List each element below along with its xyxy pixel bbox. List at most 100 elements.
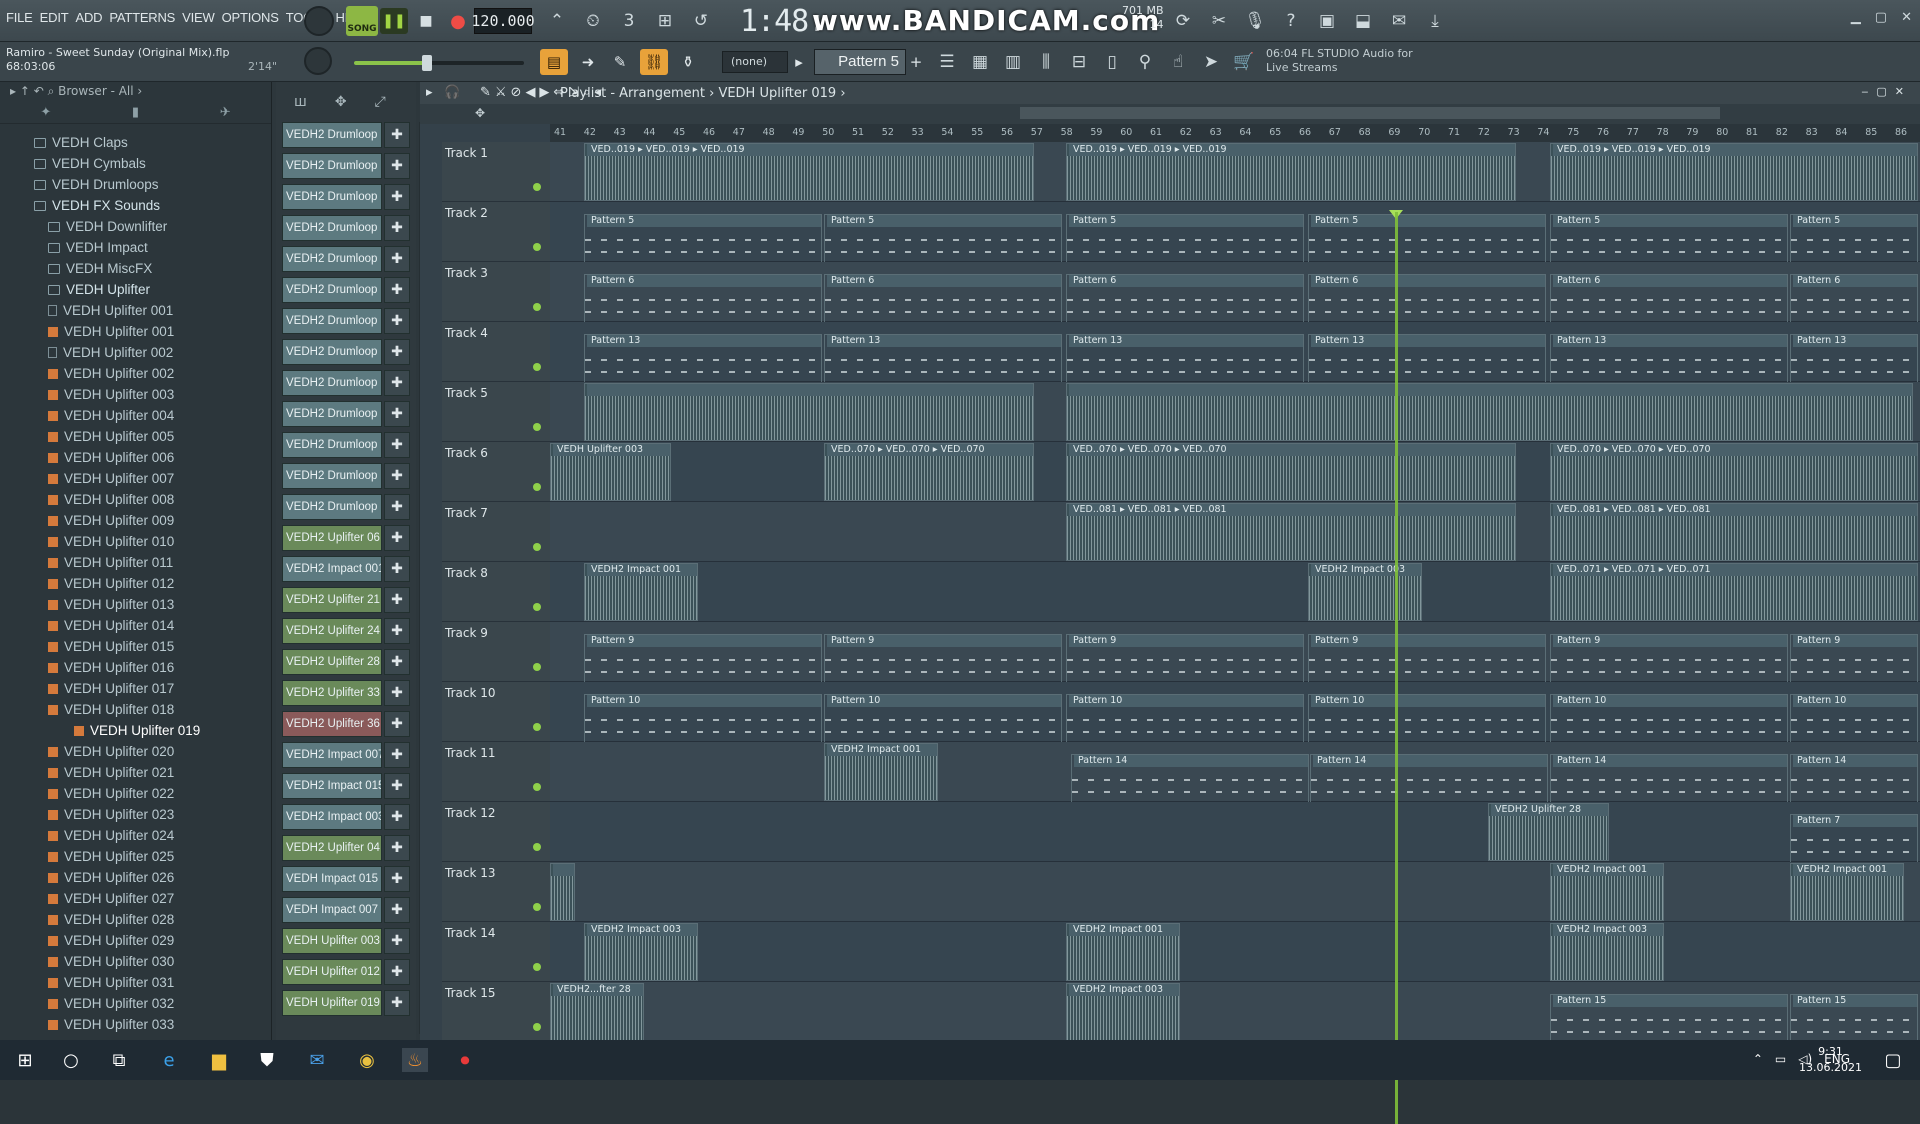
taskbar-clock[interactable]: 9:31 13.06.2021: [1799, 1044, 1862, 1076]
track-header[interactable]: Track 8: [442, 562, 550, 622]
browser-item[interactable]: VEDH Uplifter 007: [0, 468, 272, 489]
channel-button[interactable]: VEDH2 Uplifter 21: [282, 587, 382, 613]
audio-clip[interactable]: VED..019 ▸ VED..019 ▸ VED..019: [584, 143, 1034, 201]
channel-add-icon[interactable]: ✚: [384, 370, 410, 396]
track-header[interactable]: Track 10: [442, 682, 550, 742]
track-mute-led[interactable]: [533, 543, 541, 551]
browser-item[interactable]: VEDH Uplifter 005: [0, 426, 272, 447]
collapse-icon[interactable]: ✦: [40, 105, 51, 120]
pause-button[interactable]: ❚❚: [380, 8, 408, 34]
track-mute-led[interactable]: [533, 1023, 541, 1031]
channel-button[interactable]: VEDH2 Drumloop 055: [282, 122, 382, 148]
channel-add-icon[interactable]: ✚: [384, 494, 410, 520]
pattern-selector[interactable]: Pattern 5: [814, 49, 906, 75]
step-edit-icon[interactable]: ⊞: [652, 8, 678, 34]
track-header[interactable]: Track 7: [442, 502, 550, 562]
start-icon[interactable]: ⊞: [12, 1048, 38, 1072]
channel-button[interactable]: VEDH2 Drumloop 085: [282, 401, 382, 427]
channel-add-icon[interactable]: ✚: [384, 835, 410, 861]
browser-item[interactable]: VEDH Uplifter 020: [0, 741, 272, 762]
download-icon[interactable]: ⤓: [1422, 8, 1448, 34]
audio-clip[interactable]: VED..081 ▸ VED..081 ▸ VED..081: [1550, 503, 1918, 561]
master-pitch-knob[interactable]: [304, 6, 334, 36]
track-mute-led[interactable]: [533, 303, 541, 311]
metronome-icon[interactable]: ⌃: [544, 8, 570, 34]
channel-button[interactable]: VEDH2 Drumloop 061: [282, 215, 382, 241]
track-lane[interactable]: Pattern 13 Pattern 13 Pattern 13 Pattern 13…: [550, 322, 1920, 392]
task-view-icon[interactable]: ⧉: [106, 1048, 132, 1072]
network-icon[interactable]: ▭: [1775, 1052, 1786, 1066]
channel-add-icon[interactable]: ✚: [384, 184, 410, 210]
channel-add-icon[interactable]: ✚: [384, 153, 410, 179]
playlist-arrow-icon[interactable]: ▸: [426, 85, 433, 100]
browser-item[interactable]: VEDH Uplifter 018: [0, 699, 272, 720]
channel-button[interactable]: VEDH2 Impact 003: [282, 804, 382, 830]
track-mute-led[interactable]: [533, 903, 541, 911]
playlist-view-icon[interactable]: ▤: [540, 49, 568, 75]
browser-item[interactable]: VEDH Uplifter 033: [0, 1014, 272, 1035]
browser-item[interactable]: VEDH Claps: [0, 132, 272, 153]
browser-item[interactable]: VEDH Uplifter 011: [0, 552, 272, 573]
volume-thumb[interactable]: [422, 55, 432, 71]
track-lane[interactable]: Pattern 10 Pattern 10 Pattern 10 Pattern 10…: [550, 682, 1920, 752]
channel-add-icon[interactable]: ✚: [384, 711, 410, 737]
loop-record-icon[interactable]: ↺: [688, 8, 714, 34]
track-lane[interactable]: VEDH Uplifter 003 VED..070 ▸ VED..070 ▸ V…: [550, 442, 1920, 502]
track-lane[interactable]: VEDH2 Uplifter 28 Pattern 7: [550, 802, 1920, 872]
audio-clip[interactable]: VEDH2 Impact 003: [1066, 983, 1180, 1041]
browser-icon[interactable]: ⊟: [1066, 49, 1092, 75]
chrome-icon[interactable]: ◉: [354, 1048, 380, 1072]
channel-button[interactable]: VEDH2 Uplifter 04: [282, 835, 382, 861]
fl-studio-icon[interactable]: ♨: [402, 1048, 428, 1072]
browser-item[interactable]: VEDH Uplifter 001: [0, 300, 272, 321]
browser-item[interactable]: VEDH Uplifter 006: [0, 447, 272, 468]
cart-icon[interactable]: 🛒: [1231, 49, 1257, 75]
browser-item[interactable]: VEDH Uplifter 012: [0, 573, 272, 594]
record-button[interactable]: ●: [444, 8, 472, 34]
notifications-icon[interactable]: ▢: [1880, 1048, 1906, 1072]
channel-add-icon[interactable]: ✚: [384, 866, 410, 892]
channel-button[interactable]: VEDH2 Uplifter 24: [282, 618, 382, 644]
browser-item[interactable]: VEDH Cymbals: [0, 153, 272, 174]
browser-item[interactable]: VEDH Uplifter 024: [0, 825, 272, 846]
link-icon[interactable]: ⛓: [640, 49, 668, 75]
save-icon[interactable]: ▣: [1314, 8, 1340, 34]
plugin-picker-icon[interactable]: ▯: [1099, 49, 1125, 75]
audio-clip[interactable]: VEDH2 Impact 003: [1308, 563, 1422, 621]
audio-clip[interactable]: [1066, 383, 1913, 441]
minimize-icon[interactable]: ▁: [1851, 10, 1861, 25]
channel-button[interactable]: VEDH2 Drumloop 070: [282, 308, 382, 334]
track-mute-led[interactable]: [533, 423, 541, 431]
stamp-icon[interactable]: ⚱: [674, 49, 702, 75]
wait-input-icon[interactable]: ⏲: [580, 8, 606, 34]
track-header[interactable]: Track 9: [442, 622, 550, 682]
channel-button[interactable]: VEDH2 Impact 001: [282, 556, 382, 582]
channel-button[interactable]: VEDH2 Impact 007: [282, 742, 382, 768]
browser-item[interactable]: VEDH Uplifter 030: [0, 951, 272, 972]
store-icon[interactable]: ⛊: [254, 1048, 280, 1072]
master-volume-knob[interactable]: [304, 47, 332, 75]
browser-item[interactable]: VEDH Uplifter 028: [0, 909, 272, 930]
channel-add-icon[interactable]: ✚: [384, 215, 410, 241]
channel-button[interactable]: VEDH2 Drumloop 071: [282, 494, 382, 520]
browser-item[interactable]: VEDH Uplifter 032: [0, 993, 272, 1014]
move-icon[interactable]: ✥: [335, 94, 347, 110]
browser-item[interactable]: VEDH Uplifter 022: [0, 783, 272, 804]
menu-options[interactable]: OPTIONS: [222, 10, 279, 25]
track-mute-led[interactable]: [533, 723, 541, 731]
browser-item[interactable]: VEDH Impact: [0, 237, 272, 258]
track-header[interactable]: Track 1: [442, 142, 550, 202]
track-header[interactable]: Track 5: [442, 382, 550, 442]
track-lane[interactable]: Pattern 5 Pattern 5 Pattern 5 Pattern 5 Patt…: [550, 202, 1920, 272]
channel-add-icon[interactable]: ✚: [384, 339, 410, 365]
file-explorer-icon[interactable]: ▆: [206, 1048, 232, 1072]
microphone-icon[interactable]: 🎙: [1242, 8, 1268, 34]
channel-button[interactable]: VEDH Uplifter 003: [282, 928, 382, 954]
mixer-icon[interactable]: ⫼: [1033, 49, 1059, 75]
channel-add-icon[interactable]: ✚: [384, 990, 410, 1016]
track-mute-led[interactable]: [533, 183, 541, 191]
browser-item[interactable]: VEDH Drumloops: [0, 174, 272, 195]
channel-add-icon[interactable]: ✚: [384, 742, 410, 768]
menu-patterns[interactable]: PATTERNS: [109, 10, 175, 25]
channel-button[interactable]: VEDH2 Drumloop 059: [282, 153, 382, 179]
